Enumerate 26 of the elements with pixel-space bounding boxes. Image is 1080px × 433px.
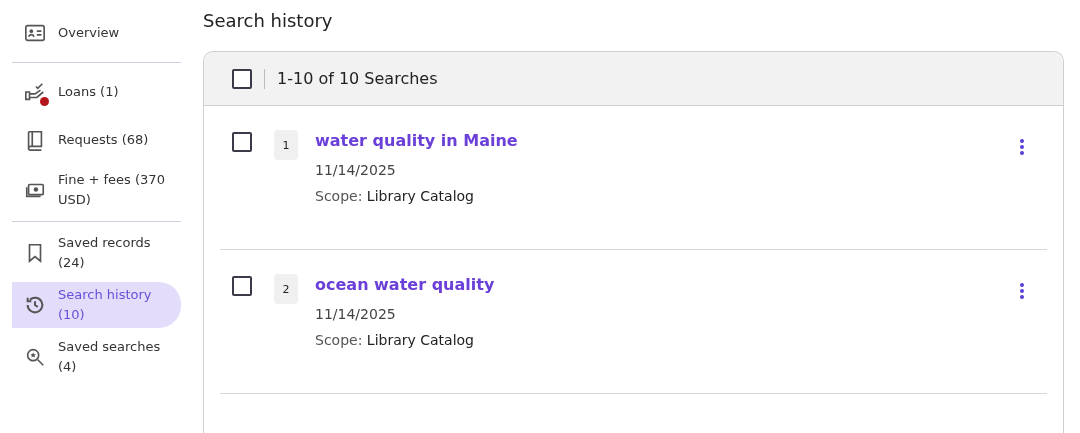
sidebar-item[interactable]: Search history (10) bbox=[12, 282, 181, 328]
search-query-link[interactable]: ocean water quality bbox=[315, 274, 1011, 296]
row-checkbox[interactable] bbox=[232, 276, 252, 296]
row-number: 2 bbox=[274, 274, 298, 304]
search-date: 11/14/2025 bbox=[315, 306, 397, 322]
search-query-link[interactable]: water quality in Maine bbox=[315, 130, 1011, 152]
results-count: 1-10 of 10 Searches bbox=[277, 69, 438, 88]
sidebar-item[interactable]: Overview bbox=[12, 12, 181, 54]
sidebar-item[interactable]: Saved searches (4) bbox=[12, 334, 181, 380]
more-icon bbox=[1019, 282, 1025, 300]
sidebar-item[interactable]: Loans (1) bbox=[12, 71, 181, 113]
page-title: Search history bbox=[203, 10, 334, 31]
sidebar-item[interactable]: Saved records (24) bbox=[12, 230, 181, 276]
search-scope: Scope: Library Catalog bbox=[315, 332, 475, 348]
row-number: 1 bbox=[274, 130, 298, 160]
select-all-checkbox[interactable] bbox=[232, 68, 252, 89]
search-date: 11/14/2025 bbox=[315, 162, 397, 178]
sidebar-item[interactable]: Fine + fees (370 USD) bbox=[12, 167, 181, 213]
more-icon bbox=[1019, 138, 1025, 156]
sidebar-item[interactable]: Requests (68) bbox=[12, 119, 181, 161]
search-scope: Scope: Library Catalog bbox=[315, 188, 475, 204]
history-icon bbox=[24, 294, 46, 316]
hand-check-icon bbox=[24, 81, 46, 103]
row-checkbox[interactable] bbox=[232, 132, 252, 152]
id-card-icon bbox=[24, 22, 46, 44]
search-star-icon bbox=[24, 346, 46, 368]
